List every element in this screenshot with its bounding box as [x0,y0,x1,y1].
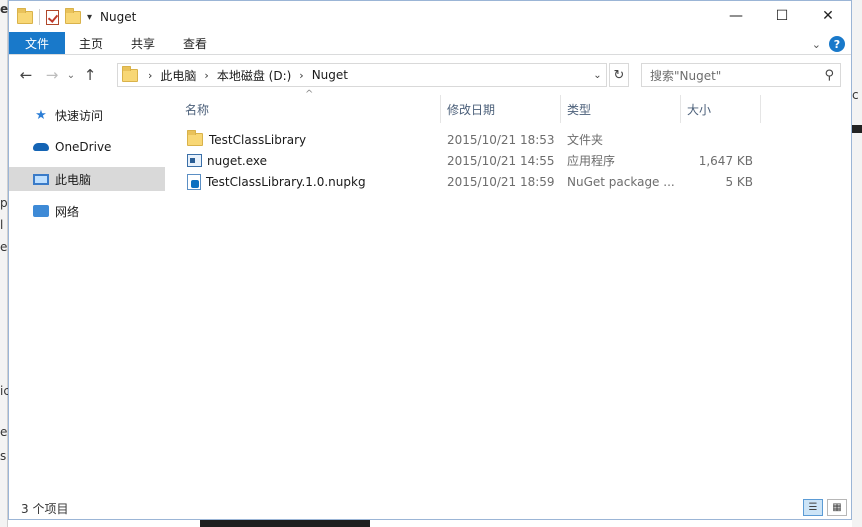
column-header-type[interactable]: 类型 [561,95,681,123]
background-text: l [0,218,4,232]
file-type: 文件夹 [567,133,604,147]
quick-access-toolbar: ▾ [9,7,92,25]
file-name: TestClassLibrary [209,132,307,147]
file-modified: 2015/10/21 18:53 [447,132,555,147]
background-text: p [0,196,8,210]
view-switcher: ☰ ▦ [803,499,847,516]
file-modified: 2015/10/21 14:55 [447,153,555,168]
file-type: 应用程序 [567,154,616,168]
file-name-cell: TestClassLibrary [187,129,441,150]
window-title: Nuget [100,10,137,24]
search-icon[interactable]: ⚲ [824,68,834,83]
breadcrumb-local-disk[interactable]: 本地磁盘 (D:) [209,67,299,84]
address-bar[interactable]: › 此电脑 › 本地磁盘 (D:) › Nuget ⌄ [117,63,607,87]
sidebar-item-label: OneDrive [55,140,112,154]
file-list: ^ 名称 修改日期 类型 大小 TestClassLibrary 2015/10… [179,89,851,495]
address-history-chevron-icon[interactable]: ⌄ [588,64,606,86]
background-text: s [0,449,7,463]
computer-icon [33,172,49,186]
large-icons-view-button[interactable]: ▦ [827,499,847,516]
navigation-bar: ← → ⌄ ↑ › 此电脑 › 本地磁盘 (D:) › Nuget ⌄ ↻ 搜索… [9,55,851,95]
file-size [681,129,753,150]
file-modified: 2015/10/21 18:59 [447,174,555,189]
content-area: ★ 快速访问 OneDrive 此电脑 网络 ^ 名称 修改日期 类型 大小 T… [9,89,851,495]
sidebar-item-quick-access[interactable]: ★ 快速访问 [9,103,165,127]
sidebar-item-network[interactable]: 网络 [9,199,165,223]
tab-share[interactable]: 共享 [117,32,169,54]
search-input[interactable]: 搜索"Nuget" ⚲ [641,63,841,87]
window-controls: — ☐ ✕ [713,1,851,31]
background-window-left [0,0,8,527]
file-name-cell: nuget.exe [187,150,441,171]
background-text: c [852,88,859,102]
file-name: TestClassLibrary.1.0.nupkg [206,174,366,189]
navigation-pane: ★ 快速访问 OneDrive 此电脑 网络 [9,95,165,495]
toolbar-divider [39,9,40,25]
item-count: 3 个项目 [21,501,69,516]
title-bar: ▾ Nuget — ☐ ✕ [9,1,851,33]
ribbon-tabs: 文件 主页 共享 查看 ⌄ ? [9,32,851,55]
customize-toolbar-chevron-icon[interactable]: ▾ [87,12,92,23]
sidebar-item-onedrive[interactable]: OneDrive [9,135,165,159]
properties-icon[interactable] [46,9,59,25]
back-button[interactable]: ← [13,66,39,84]
breadcrumb-this-pc[interactable]: 此电脑 [152,67,204,84]
folder-icon [187,130,203,146]
tab-view[interactable]: 查看 [169,32,221,54]
network-icon [33,204,49,218]
file-size: 1,647 KB [698,153,753,168]
tab-home[interactable]: 主页 [65,32,117,54]
help-icon[interactable]: ? [829,36,845,52]
ribbon-controls: ⌄ ? [812,36,845,52]
minimize-button[interactable]: — [713,1,759,31]
background-window-right [852,0,862,527]
file-name-cell: TestClassLibrary.1.0.nupkg [187,171,441,192]
column-header-size[interactable]: 大小 [681,95,761,123]
column-header-modified[interactable]: 修改日期 [441,95,561,123]
application-icon [187,154,202,167]
file-name: nuget.exe [207,153,268,168]
nuget-package-icon [187,173,201,190]
sidebar-item-label: 网络 [55,204,80,219]
sidebar-item-label: 快速访问 [55,108,104,123]
background-text: e [0,240,8,254]
recent-locations-chevron-icon[interactable]: ⌄ [65,70,77,81]
file-type: NuGet package ... [567,174,675,189]
details-view-button[interactable]: ☰ [803,499,823,516]
star-icon: ★ [35,107,47,123]
refresh-button[interactable]: ↻ [609,63,629,87]
folder-icon [122,65,138,82]
sidebar-item-this-pc[interactable]: 此电脑 [9,167,165,191]
file-size: 5 KB [725,174,753,189]
background-window-bottom [200,520,370,527]
background-text: e [0,2,9,16]
table-row[interactable]: nuget.exe 2015/10/21 14:55 应用程序 1,647 KB [179,150,759,171]
cloud-icon [33,140,49,154]
search-placeholder: 搜索"Nuget" [650,68,722,83]
folder-icon [17,7,33,24]
new-folder-icon[interactable] [65,7,81,24]
explorer-window: ▾ Nuget — ☐ ✕ 文件 主页 共享 查看 ⌄ ? ← → ⌄ ↑ › … [8,0,852,520]
column-header-name[interactable]: 名称 [179,95,441,123]
table-row[interactable]: TestClassLibrary.1.0.nupkg 2015/10/21 18… [179,171,759,192]
table-row[interactable]: TestClassLibrary 2015/10/21 18:53 文件夹 [179,129,759,150]
expand-ribbon-chevron-icon[interactable]: ⌄ [812,38,821,51]
tab-file[interactable]: 文件 [9,32,65,54]
up-button[interactable]: ↑ [77,66,103,84]
background-text: e [0,425,8,439]
maximize-button[interactable]: ☐ [759,1,805,31]
close-button[interactable]: ✕ [805,1,851,31]
forward-button[interactable]: → [39,66,65,84]
sidebar-item-label: 此电脑 [55,172,92,187]
status-bar: 3 个项目 ☰ ▦ [9,497,851,519]
breadcrumb-nuget[interactable]: Nuget [304,68,356,82]
